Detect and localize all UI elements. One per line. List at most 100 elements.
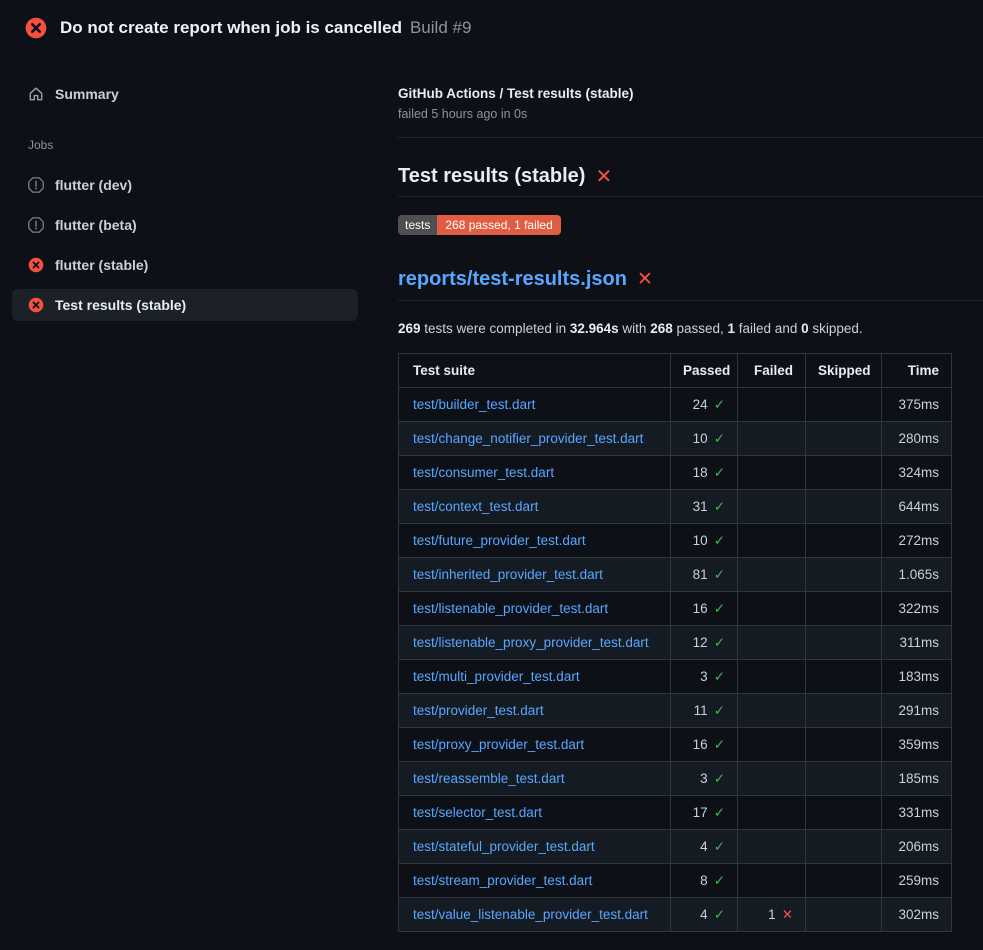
home-icon	[28, 86, 44, 102]
build-number: Build #9	[410, 18, 471, 37]
cross-mark-icon: ✕	[595, 167, 612, 187]
sidebar-item-label: Test results (stable)	[55, 297, 186, 313]
suite-link[interactable]: test/stateful_provider_test.dart	[413, 839, 595, 854]
time-cell: 311ms	[882, 626, 952, 660]
table-row: test/selector_test.dart17✓331ms	[399, 796, 952, 830]
sidebar-item-label: flutter (dev)	[55, 177, 132, 193]
passed-cell: 24✓	[671, 388, 738, 422]
suite-link[interactable]: test/change_notifier_provider_test.dart	[413, 431, 643, 446]
table-row: test/context_test.dart31✓644ms	[399, 490, 952, 524]
skipped-cell	[806, 694, 882, 728]
failed-cell	[738, 388, 806, 422]
passed-cell-value: 16	[693, 737, 708, 752]
main-content: GitHub Actions / Test results (stable) f…	[370, 56, 983, 932]
time-cell: 644ms	[882, 490, 952, 524]
skipped-cell	[806, 728, 882, 762]
failed-cell	[738, 728, 806, 762]
col-header-passed: Passed	[671, 354, 738, 388]
sidebar-item-job-3[interactable]: Test results (stable)	[12, 289, 358, 321]
suite-cell: test/selector_test.dart	[399, 796, 671, 830]
col-header-test-suite: Test suite	[399, 354, 671, 388]
suite-link[interactable]: test/multi_provider_test.dart	[413, 669, 580, 684]
suite-link[interactable]: test/proxy_provider_test.dart	[413, 737, 584, 752]
stop-alert-icon	[28, 177, 44, 193]
suite-cell: test/listenable_proxy_provider_test.dart	[399, 626, 671, 660]
failed-cell	[738, 626, 806, 660]
passed-count: 268	[650, 321, 673, 336]
suite-link[interactable]: test/selector_test.dart	[413, 805, 542, 820]
skipped-cell	[806, 626, 882, 660]
jobs-list: flutter (dev) flutter (beta) flutter (stab…	[0, 169, 370, 321]
table-row: test/proxy_provider_test.dart16✓359ms	[399, 728, 952, 762]
suite-cell: test/stateful_provider_test.dart	[399, 830, 671, 864]
check-icon: ✓	[714, 703, 725, 718]
time-cell: 322ms	[882, 592, 952, 626]
suite-link[interactable]: test/future_provider_test.dart	[413, 533, 586, 548]
suite-link[interactable]: test/context_test.dart	[413, 499, 538, 514]
check-icon: ✓	[714, 805, 725, 820]
suite-cell: test/consumer_test.dart	[399, 456, 671, 490]
page-title: Do not create report when job is cancell…	[60, 18, 402, 37]
suite-link[interactable]: test/builder_test.dart	[413, 397, 535, 412]
suite-link[interactable]: test/listenable_proxy_provider_test.dart	[413, 635, 649, 650]
passed-cell: 8✓	[671, 864, 738, 898]
sidebar-item-job-2[interactable]: flutter (stable)	[12, 249, 358, 281]
skipped-cell	[806, 490, 882, 524]
failed-circle-icon	[25, 17, 47, 39]
passed-cell: 3✓	[671, 762, 738, 796]
suite-cell: test/stream_provider_test.dart	[399, 864, 671, 898]
skipped-cell	[806, 456, 882, 490]
table-row: test/value_listenable_provider_test.dart…	[399, 898, 952, 932]
failed-cell	[738, 796, 806, 830]
failed-cell	[738, 762, 806, 796]
skipped-cell	[806, 762, 882, 796]
passed-cell-value: 4	[700, 907, 708, 922]
sidebar-item-job-1[interactable]: flutter (beta)	[12, 209, 358, 241]
check-icon: ✓	[714, 839, 725, 854]
time-cell: 1.065s	[882, 558, 952, 592]
suite-link[interactable]: test/provider_test.dart	[413, 703, 544, 718]
divider	[398, 137, 983, 138]
x-circle-icon	[28, 297, 44, 313]
sidebar-item-label: Summary	[55, 86, 119, 102]
test-results-table: Test suite Passed Failed Skipped Time te…	[398, 353, 952, 932]
check-icon: ✓	[714, 567, 725, 582]
section-title-text: Test results (stable)	[398, 165, 585, 188]
passed-cell-value: 18	[693, 465, 708, 480]
suite-link[interactable]: test/inherited_provider_test.dart	[413, 567, 603, 582]
sidebar-item-summary[interactable]: Summary	[12, 78, 358, 110]
check-icon: ✓	[714, 907, 725, 922]
time-cell: 183ms	[882, 660, 952, 694]
passed-cell-value: 24	[693, 397, 708, 412]
passed-cell: 18✓	[671, 456, 738, 490]
failed-cell	[738, 558, 806, 592]
table-header-row: Test suite Passed Failed Skipped Time	[399, 354, 952, 388]
col-header-time: Time	[882, 354, 952, 388]
suite-link[interactable]: test/listenable_provider_test.dart	[413, 601, 608, 616]
table-row: test/provider_test.dart11✓291ms	[399, 694, 952, 728]
sidebar-item-job-0[interactable]: flutter (dev)	[12, 169, 358, 201]
suite-cell: test/builder_test.dart	[399, 388, 671, 422]
passed-cell-value: 10	[693, 431, 708, 446]
check-icon: ✓	[714, 635, 725, 650]
suite-link[interactable]: test/consumer_test.dart	[413, 465, 554, 480]
total-count: 269	[398, 321, 421, 336]
suite-link[interactable]: test/reassemble_test.dart	[413, 771, 565, 786]
check-icon: ✓	[714, 873, 725, 888]
stop-alert-icon	[28, 217, 44, 233]
suite-cell: test/change_notifier_provider_test.dart	[399, 422, 671, 456]
suite-link[interactable]: test/stream_provider_test.dart	[413, 873, 592, 888]
failed-cell	[738, 524, 806, 558]
suite-cell: test/provider_test.dart	[399, 694, 671, 728]
report-title[interactable]: reports/test-results.json ✕	[398, 268, 983, 301]
section-title: Test results (stable) ✕	[398, 165, 983, 197]
badge-value: 268 passed, 1 failed	[437, 215, 560, 235]
passed-cell: 81✓	[671, 558, 738, 592]
duration: 32.964s	[570, 321, 619, 336]
test-table-body: test/builder_test.dart24✓375mstest/chang…	[399, 388, 952, 932]
suite-cell: test/proxy_provider_test.dart	[399, 728, 671, 762]
suite-link[interactable]: test/value_listenable_provider_test.dart	[413, 907, 648, 922]
table-row: test/listenable_provider_test.dart16✓322…	[399, 592, 952, 626]
check-icon: ✓	[714, 499, 725, 514]
failed-count: 1	[728, 321, 736, 336]
